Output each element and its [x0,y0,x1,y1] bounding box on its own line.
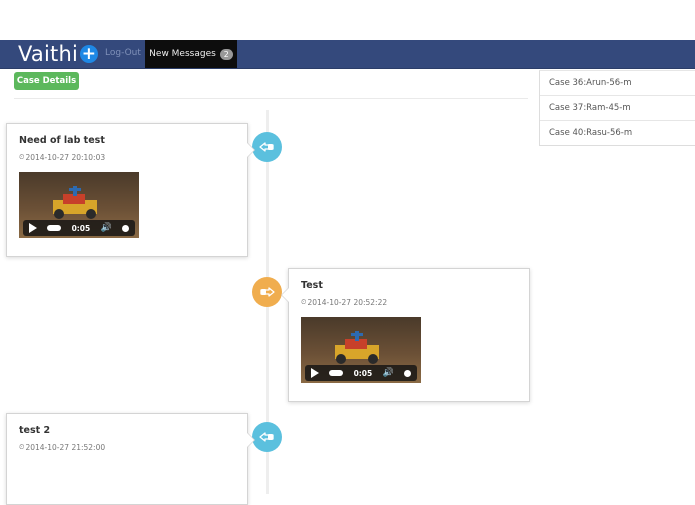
timeline-panel: Test ⏲ 2014-10-27 20:52:22 0:05 🔊 [281,268,530,402]
video-player[interactable]: 0:05 🔊 [19,172,139,238]
timeline-panel: test 2 ⏲ 2014-10-27 21:52:00 [6,413,255,505]
video-thumbnail [53,186,97,219]
video-time: 0:05 [71,223,91,233]
timeline-badge [252,277,282,307]
messages-count-badge: 2 [219,48,233,60]
timeline-panel-title: Test [301,280,323,291]
video-scrubber[interactable] [329,370,344,376]
logout-link[interactable]: Log-Out [105,40,141,68]
top-navbar: Vaithi + Log-Out New Messages 2 [0,40,695,69]
hand-pointing-left-icon [259,142,274,152]
brand-name: Vaithi [18,42,79,66]
video-controls: 0:05 🔊 [305,365,417,381]
timeline-panel-title: test 2 [19,425,51,436]
video-scrubber[interactable] [47,225,62,231]
timeline-panel: Need of lab test ⏲ 2014-10-27 20:10:03 0… [6,123,255,257]
clock-icon: ⏲ [19,153,25,161]
video-thumbnail [335,331,379,364]
timeline-timestamp: ⏲ 2014-10-27 21:52:00 [19,443,105,452]
volume-icon[interactable]: 🔊 [101,223,112,233]
clock-icon: ⏲ [19,443,25,451]
timestamp-text: 2014-10-27 21:52:00 [25,443,106,452]
timestamp-text: 2014-10-27 20:52:22 [307,298,388,307]
case-list: Case 36:Arun-56-m Case 37:Ram-45-m Case … [539,70,695,146]
plus-icon: + [80,44,99,64]
case-details-button[interactable]: Case Details [14,72,79,90]
timeline-badge [252,422,282,452]
case-list-item[interactable]: Case 40:Rasu-56-m [540,120,695,145]
timeline-timestamp: ⏲ 2014-10-27 20:52:22 [301,298,387,307]
hand-pointing-left-icon [259,432,274,442]
case-list-item[interactable]: Case 37:Ram-45-m [540,95,695,120]
new-messages-label: New Messages [149,49,216,59]
video-controls: 0:05 🔊 [23,220,135,236]
timeline-badge [252,132,282,162]
header-divider [14,98,528,99]
timeline-panel-title: Need of lab test [19,135,105,146]
timestamp-text: 2014-10-27 20:10:03 [25,153,106,162]
volume-slider-handle[interactable] [404,369,411,377]
hand-pointing-right-icon [260,287,275,297]
clock-icon: ⏲ [301,298,307,306]
brand-logo[interactable]: Vaithi + [18,42,99,66]
volume-icon[interactable]: 🔊 [383,368,394,378]
play-icon[interactable] [29,223,37,233]
timeline-timestamp: ⏲ 2014-10-27 20:10:03 [19,153,105,162]
play-icon[interactable] [311,368,319,378]
video-time: 0:05 [353,368,373,378]
volume-slider-handle[interactable] [122,224,129,232]
video-player[interactable]: 0:05 🔊 [301,317,421,383]
new-messages-link[interactable]: New Messages 2 [145,40,237,68]
case-list-item[interactable]: Case 36:Arun-56-m [540,71,695,95]
